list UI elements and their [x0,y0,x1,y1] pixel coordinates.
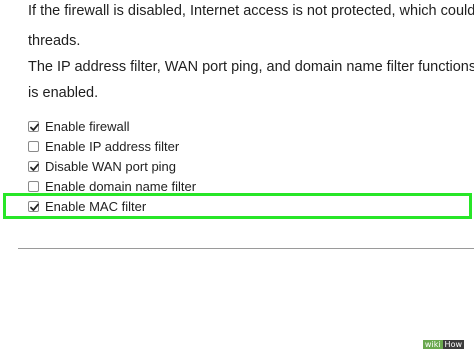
disable-wan-port-ping-checkbox[interactable] [28,160,39,172]
option-disable-wan-port-ping[interactable]: Disable WAN port ping [28,157,176,175]
enable-ip-address-filter-label: Enable IP address filter [45,138,180,154]
section-divider [18,248,474,249]
watermark-part-1: wiki [422,340,443,349]
checkmark-icon [30,123,39,131]
enable-domain-name-filter-label: Enable domain name filter [45,178,197,194]
enable-firewall-label: Enable firewall [45,118,130,134]
description-line-4: is enabled. [28,85,99,101]
watermark-part-2: How [442,340,464,349]
description-line-1: If the firewall is disabled, Internet ac… [28,3,474,19]
option-enable-ip-address-filter[interactable]: Enable IP address filter [28,137,179,155]
enable-ip-address-filter-checkbox[interactable] [28,140,39,152]
enable-domain-name-filter-checkbox[interactable] [28,180,39,192]
checkmark-icon [30,163,39,171]
description-line-3: The IP address filter, WAN port ping, an… [28,59,474,75]
enable-firewall-checkbox[interactable] [28,120,39,132]
description-line-2: threads. [28,33,81,49]
option-enable-firewall[interactable]: Enable firewall [28,117,130,135]
mac-filter-highlight-box [3,193,472,219]
disable-wan-port-ping-label: Disable WAN port ping [45,158,177,174]
watermark-logo: wiki How [422,340,464,349]
